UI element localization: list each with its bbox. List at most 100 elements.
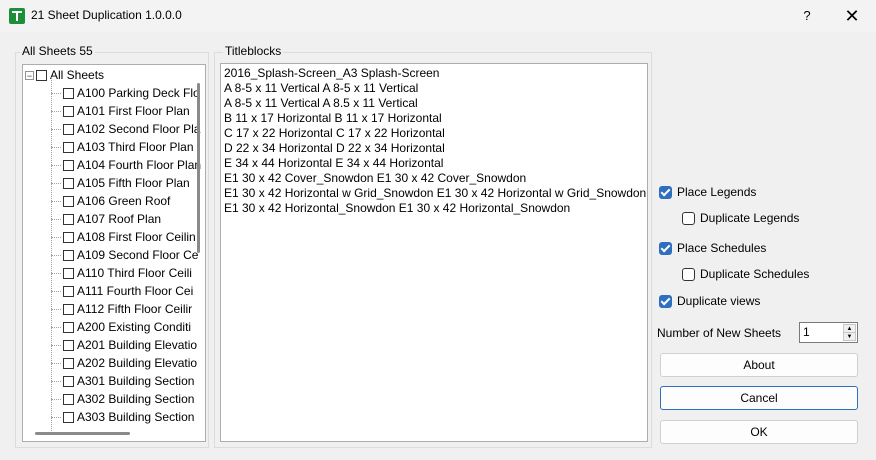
tree-connector [51, 200, 61, 202]
titleblock-item[interactable]: B 11 x 17 Horizontal B 11 x 17 Horizonta… [224, 111, 647, 126]
duplicate-schedules-checkbox[interactable] [682, 267, 695, 281]
tree-item[interactable]: A107 Roof Plan [51, 210, 162, 228]
tree-item[interactable]: A109 Second Floor Ce [51, 246, 199, 264]
tree-vertical-scrollbar[interactable] [197, 83, 200, 253]
tree-connector [51, 344, 61, 346]
tree-item[interactable]: A302 Building Section [51, 390, 194, 408]
sheet-checkbox[interactable] [63, 141, 74, 153]
new-sheets-value[interactable]: 1 [803, 325, 810, 339]
titleblock-item[interactable]: C 17 x 22 Horizontal C 17 x 22 Horizonta… [224, 126, 647, 141]
place-legends-checkbox[interactable] [659, 185, 672, 199]
tree-root-all-sheets[interactable]: − All Sheets [25, 66, 104, 84]
titleblock-item[interactable]: E1 30 x 42 Horizontal w Grid_Snowdon E1 … [224, 186, 647, 201]
tree-connector [51, 236, 61, 238]
close-button[interactable]: ✕ [840, 5, 864, 27]
tree-connector [51, 398, 61, 400]
sheet-checkbox[interactable] [63, 411, 74, 423]
tree-root-label: All Sheets [50, 68, 105, 82]
sheet-checkbox[interactable] [63, 303, 74, 315]
sheet-label: A104 Fourth Floor Plan [77, 158, 202, 172]
tree-item[interactable]: A112 Fifth Floor Ceilir [51, 300, 193, 318]
tree-item[interactable]: A103 Third Floor Plan [51, 138, 194, 156]
tree-item[interactable]: A110 Third Floor Ceili [51, 264, 192, 282]
tree-connector [51, 218, 61, 220]
ok-button[interactable]: OK [660, 420, 858, 444]
sheet-checkbox[interactable] [63, 321, 74, 333]
sheet-checkbox[interactable] [63, 177, 74, 189]
sheet-checkbox[interactable] [63, 87, 74, 99]
titleblock-item[interactable]: A 8-5 x 11 Vertical A 8-5 x 11 Vertical [224, 81, 647, 96]
titleblock-item[interactable]: A 8-5 x 11 Vertical A 8.5 x 11 Vertical [224, 96, 647, 111]
titleblock-item[interactable]: E 34 x 44 Horizontal E 34 x 44 Horizonta… [224, 156, 647, 171]
tree-item[interactable]: A202 Building Elevatio [51, 354, 197, 372]
app-icon [9, 8, 25, 24]
sheet-checkbox[interactable] [63, 195, 74, 207]
sheet-label: A201 Building Elevatio [77, 338, 198, 352]
place-schedules-option[interactable]: Place Schedules [659, 240, 766, 256]
tree-item[interactable]: A303 Building Section [51, 408, 194, 426]
duplicate-legends-option[interactable]: Duplicate Legends [682, 210, 799, 226]
sheet-checkbox[interactable] [63, 213, 74, 225]
tree-item[interactable]: A102 Second Floor Pla [51, 120, 200, 138]
sheet-checkbox[interactable] [63, 393, 74, 405]
tree-connector [51, 128, 61, 130]
duplicate-schedules-option[interactable]: Duplicate Schedules [682, 266, 809, 282]
sheet-checkbox[interactable] [63, 105, 74, 117]
duplicate-legends-checkbox[interactable] [682, 211, 695, 225]
titleblock-item[interactable]: E1 30 x 42 Cover_Snowdon E1 30 x 42 Cove… [224, 171, 647, 186]
tree-item[interactable]: A105 Fifth Floor Plan [51, 174, 190, 192]
sheet-label: A112 Fifth Floor Ceilir [77, 302, 193, 316]
duplicate-views-label: Duplicate views [677, 294, 761, 308]
titleblocks-group-label: Titleblocks [223, 44, 284, 58]
new-sheets-spinbox[interactable]: 1 ▲ ▼ [799, 322, 858, 343]
sheet-label: A109 Second Floor Ce [77, 248, 199, 262]
cancel-button[interactable]: Cancel [660, 386, 858, 410]
sheets-tree[interactable]: − All Sheets A100 Parking Deck Flo A101 F… [22, 64, 206, 442]
collapse-icon[interactable]: − [25, 70, 34, 80]
tree-connector [51, 290, 61, 292]
all-sheets-checkbox[interactable] [36, 69, 47, 81]
tree-item[interactable]: A111 Fourth Floor Cei [51, 282, 193, 300]
place-legends-option[interactable]: Place Legends [659, 184, 756, 200]
sheet-checkbox[interactable] [63, 267, 74, 279]
window-title: 21 Sheet Duplication 1.0.0.0 [31, 8, 182, 22]
sheet-label: A108 First Floor Ceilin [77, 230, 196, 244]
tree-item[interactable]: A101 First Floor Plan [51, 102, 190, 120]
titleblock-item[interactable]: E1 30 x 42 Horizontal_Snowdon E1 30 x 42… [224, 201, 647, 216]
sheet-checkbox[interactable] [63, 339, 74, 351]
sheet-checkbox[interactable] [63, 249, 74, 261]
place-schedules-label: Place Schedules [677, 241, 767, 255]
tree-connector [51, 362, 61, 364]
place-schedules-checkbox[interactable] [659, 241, 672, 255]
sheet-checkbox[interactable] [63, 285, 74, 297]
sheet-label: A106 Green Roof [77, 194, 171, 208]
sheet-checkbox[interactable] [63, 375, 74, 387]
duplicate-views-checkbox[interactable] [659, 294, 672, 308]
tree-connector [51, 146, 61, 148]
sheet-label: A101 First Floor Plan [77, 104, 190, 118]
titleblocks-list[interactable]: 2016_Splash-Screen_A3 Splash-Screen A 8-5… [220, 63, 648, 442]
spin-down-icon[interactable]: ▼ [843, 332, 856, 341]
sheet-checkbox[interactable] [63, 159, 74, 171]
tree-item[interactable]: A108 First Floor Ceilin [51, 228, 196, 246]
sheet-checkbox[interactable] [63, 231, 74, 243]
tree-item[interactable]: A200 Existing Conditi [51, 318, 191, 336]
titleblock-item[interactable]: D 22 x 34 Horizontal D 22 x 34 Horizonta… [224, 141, 647, 156]
tree-item[interactable]: A201 Building Elevatio [51, 336, 198, 354]
tree-connector [51, 182, 61, 184]
about-button[interactable]: About [660, 353, 858, 377]
sheet-checkbox[interactable] [63, 357, 74, 369]
sheet-checkbox[interactable] [63, 123, 74, 135]
tree-item[interactable]: A106 Green Roof [51, 192, 171, 210]
tree-connector [51, 164, 61, 166]
titleblock-item[interactable]: 2016_Splash-Screen_A3 Splash-Screen [224, 66, 647, 81]
duplicate-views-option[interactable]: Duplicate views [659, 293, 760, 309]
tree-item[interactable]: A104 Fourth Floor Plan [51, 156, 202, 174]
tree-horizontal-scrollbar[interactable] [35, 432, 130, 435]
help-button[interactable]: ? [796, 5, 818, 27]
title-bar: 21 Sheet Duplication 1.0.0.0 ? ✕ [0, 0, 876, 32]
tree-item[interactable]: A301 Building Section [51, 372, 194, 390]
tree-item[interactable]: A100 Parking Deck Flo [51, 84, 200, 102]
place-legends-label: Place Legends [677, 185, 757, 199]
sheet-label: A107 Roof Plan [77, 212, 162, 226]
